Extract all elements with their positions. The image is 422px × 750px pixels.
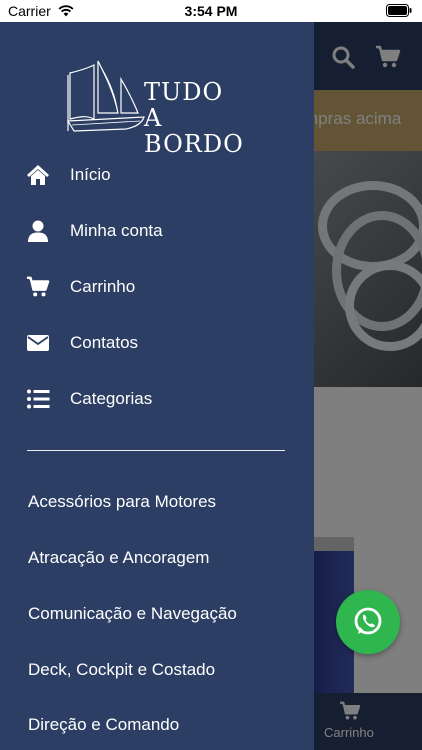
category-item[interactable]: Atracação e Ancoragem xyxy=(28,548,209,568)
menu-label-inicio: Início xyxy=(70,165,111,184)
menu-item-inicio[interactable]: Início xyxy=(0,153,314,197)
menu-item-categorias[interactable]: Categorias xyxy=(0,377,314,421)
menu-divider xyxy=(27,450,285,451)
whatsapp-icon xyxy=(354,607,382,635)
status-bar: Carrier 3:54 PM xyxy=(0,0,422,22)
menu-label-categorias: Categorias xyxy=(70,389,153,408)
brand-logo-text: TUDO A BORDO xyxy=(144,79,250,157)
menu-item-contatos[interactable]: Contatos xyxy=(0,321,314,365)
user-icon xyxy=(28,220,48,242)
navigation-drawer: TUDO A BORDO Início Minha conta Carrinho… xyxy=(0,22,314,750)
menu-item-carrinho[interactable]: Carrinho xyxy=(0,265,314,309)
cart-icon xyxy=(26,276,50,297)
brand-logo[interactable]: TUDO A BORDO xyxy=(66,59,250,157)
logo-line-1: TUDO A xyxy=(144,78,224,132)
menu-label-minha-conta: Minha conta xyxy=(70,221,163,240)
menu-item-minha-conta[interactable]: Minha conta xyxy=(0,209,314,253)
home-icon xyxy=(27,165,49,185)
status-time: 3:54 PM xyxy=(184,3,238,19)
whatsapp-button[interactable] xyxy=(336,590,400,654)
list-icon xyxy=(27,389,50,409)
menu-label-carrinho: Carrinho xyxy=(70,277,136,296)
category-item[interactable]: Acessórios para Motores xyxy=(28,492,216,512)
category-item[interactable]: Comunicação e Navegação xyxy=(28,604,237,624)
category-item[interactable]: Deck, Cockpit e Costado xyxy=(28,660,215,680)
category-item[interactable]: Direção e Comando xyxy=(28,715,179,735)
sailboat-logo-icon xyxy=(66,60,145,132)
menu-label-contatos: Contatos xyxy=(70,333,139,352)
envelope-icon xyxy=(27,335,49,351)
battery-icon xyxy=(386,4,412,17)
